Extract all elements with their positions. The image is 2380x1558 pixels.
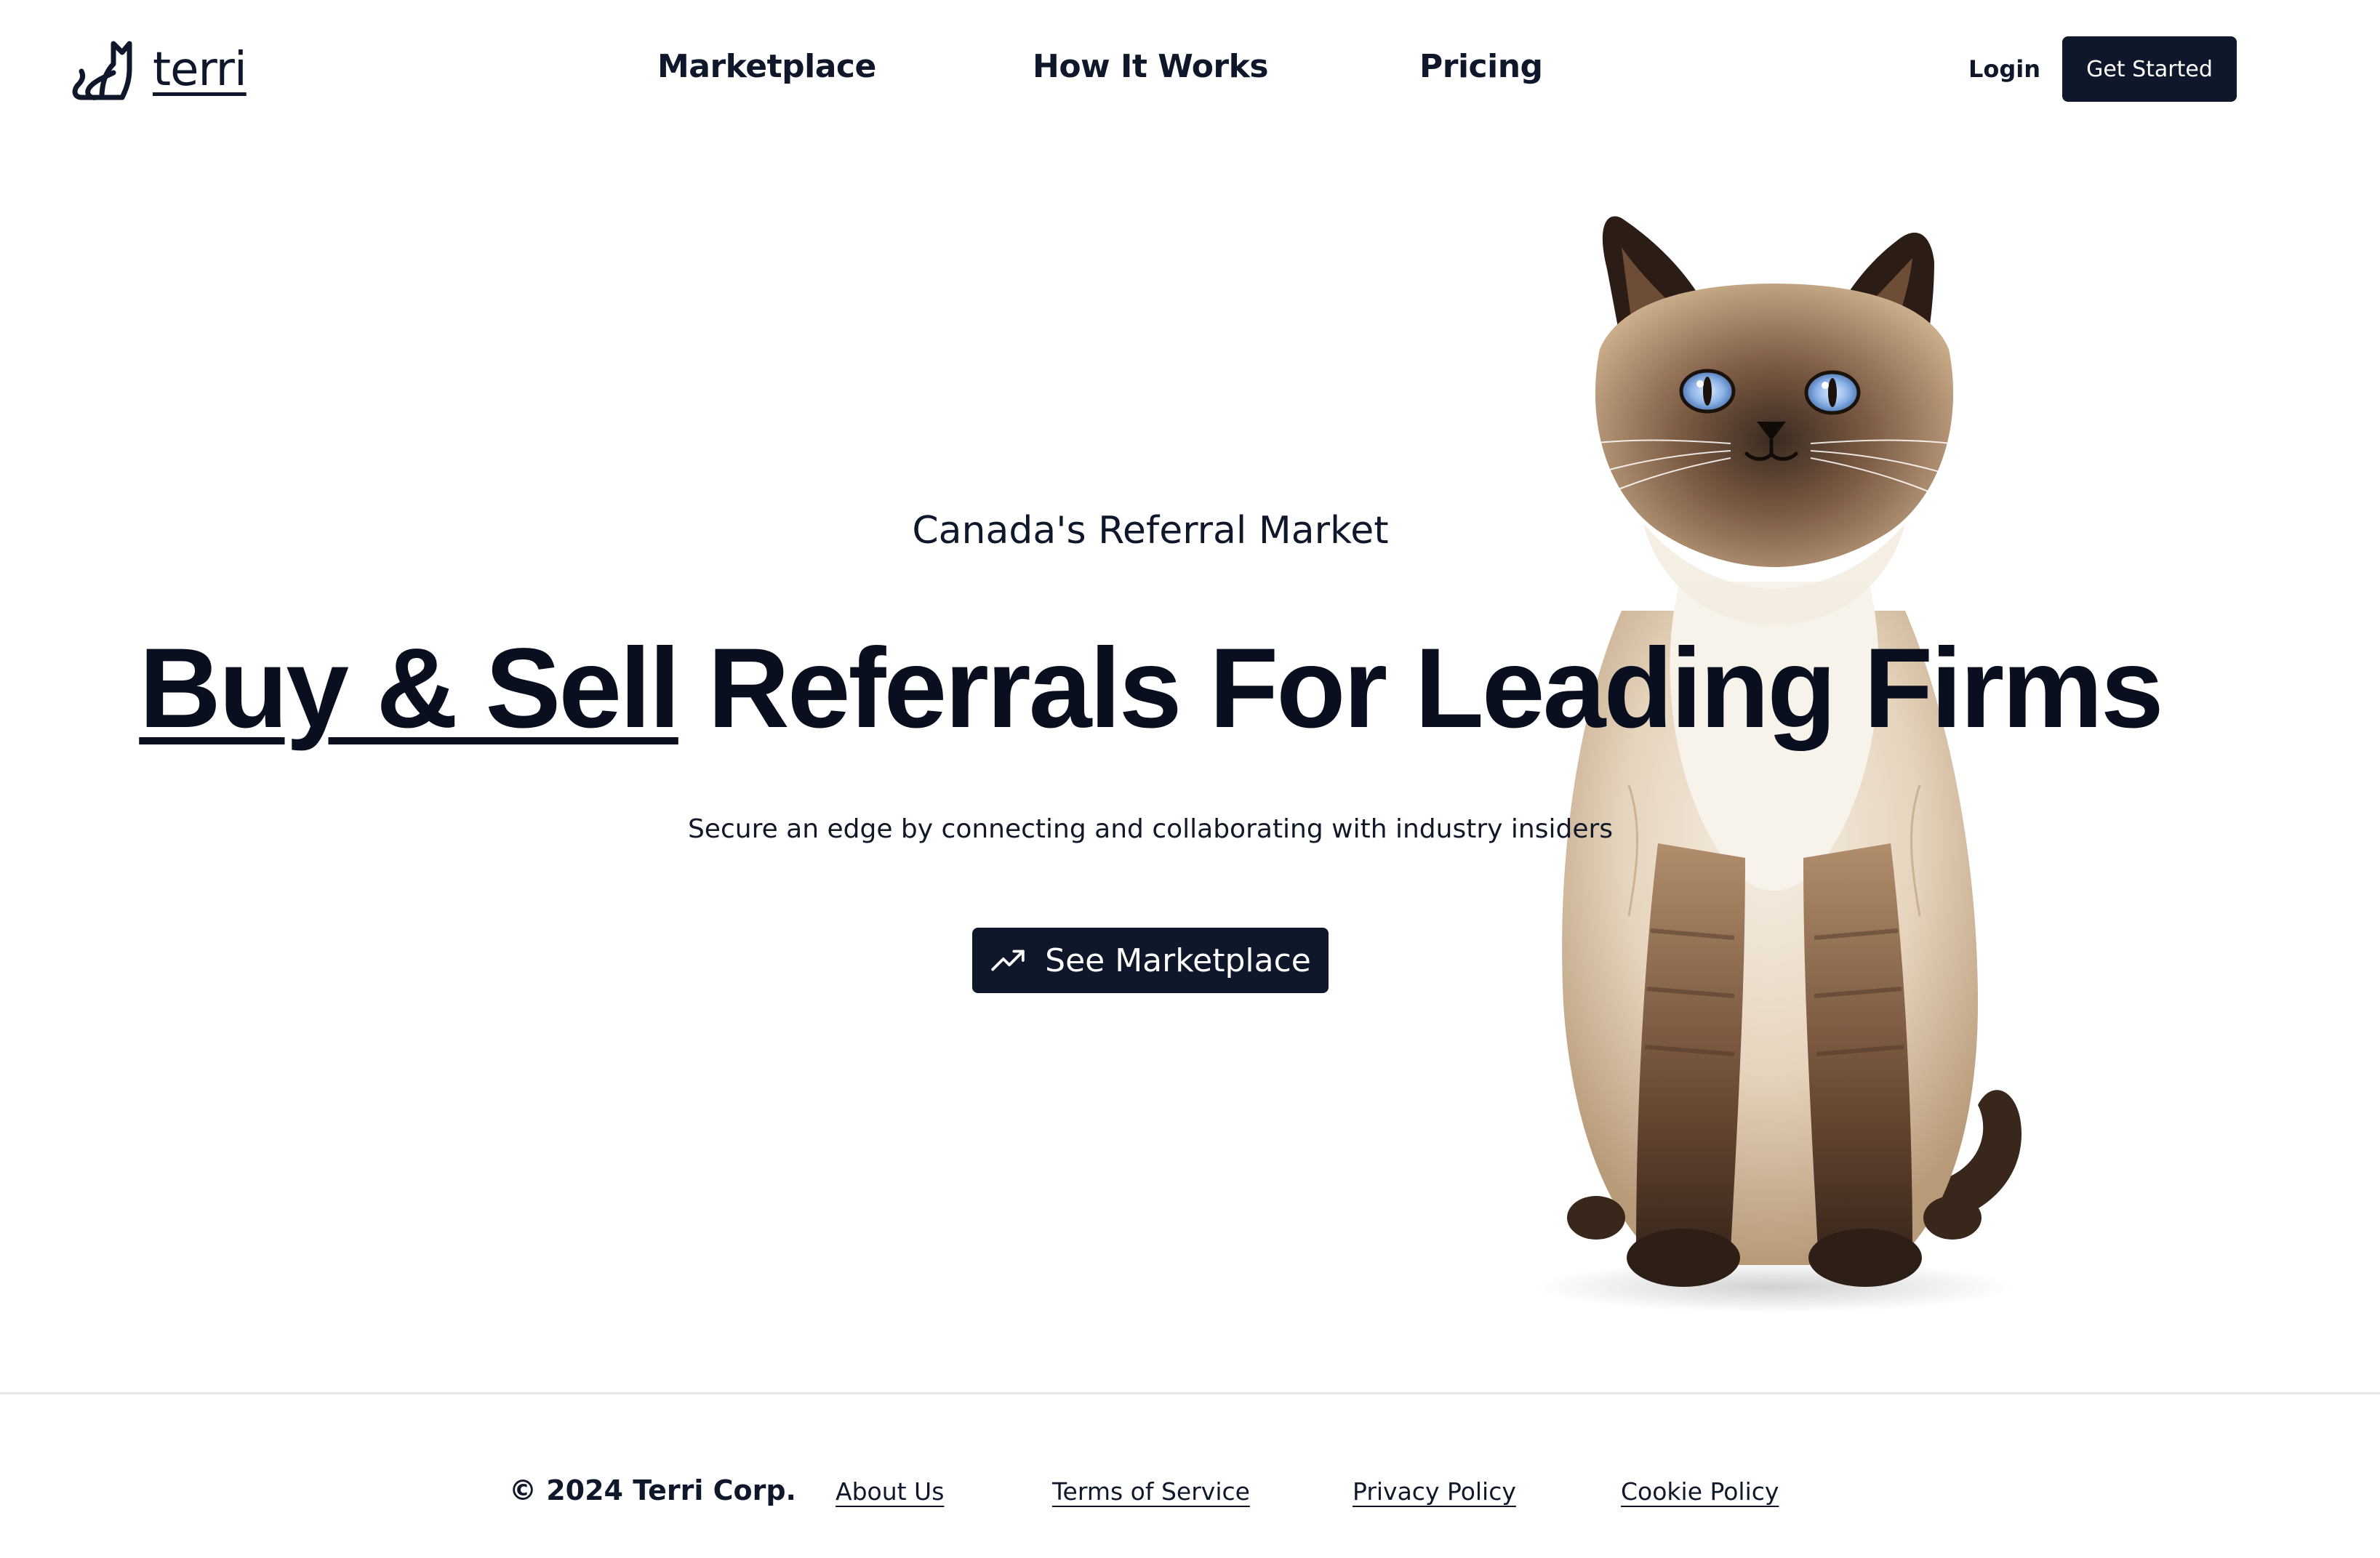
site-footer: © 2024 Terri Corp. About Us Terms of Ser… bbox=[0, 1474, 2380, 1511]
footer-link-privacy[interactable]: Privacy Policy bbox=[1353, 1477, 1516, 1506]
footer-link-terms[interactable]: Terms of Service bbox=[1052, 1477, 1250, 1506]
nav-marketplace[interactable]: Marketplace bbox=[657, 48, 876, 85]
copyright-text: © 2024 Terri Corp. bbox=[509, 1474, 796, 1506]
nav-how-it-works[interactable]: How It Works bbox=[1033, 48, 1269, 85]
hero-title-rest: Referrals For Leading Firms bbox=[678, 625, 2164, 752]
hero-subtitle: Secure an edge by connecting and collabo… bbox=[687, 814, 1614, 844]
hero-title: Buy & Sell Referrals For Leading Firms bbox=[0, 624, 2301, 754]
site-header: terri Marketplace How It Works Pricing L… bbox=[0, 0, 2380, 138]
hero-eyebrow: Canada's Referral Market bbox=[912, 509, 1389, 553]
get-started-button[interactable]: Get Started bbox=[2062, 36, 2237, 102]
trending-up-icon bbox=[991, 949, 1025, 971]
footer-divider bbox=[0, 1392, 2380, 1394]
login-link[interactable]: Login bbox=[1968, 55, 2040, 83]
siamese-cat-image bbox=[1519, 216, 2022, 1313]
footer-link-cookie[interactable]: Cookie Policy bbox=[1621, 1477, 1779, 1506]
footer-link-about[interactable]: About Us bbox=[836, 1477, 944, 1506]
see-marketplace-button[interactable]: See Marketplace bbox=[972, 928, 1329, 993]
see-marketplace-label: See Marketplace bbox=[1045, 941, 1311, 979]
hero-title-accent: Buy & Sell bbox=[139, 625, 681, 752]
nav-pricing[interactable]: Pricing bbox=[1419, 48, 1543, 85]
